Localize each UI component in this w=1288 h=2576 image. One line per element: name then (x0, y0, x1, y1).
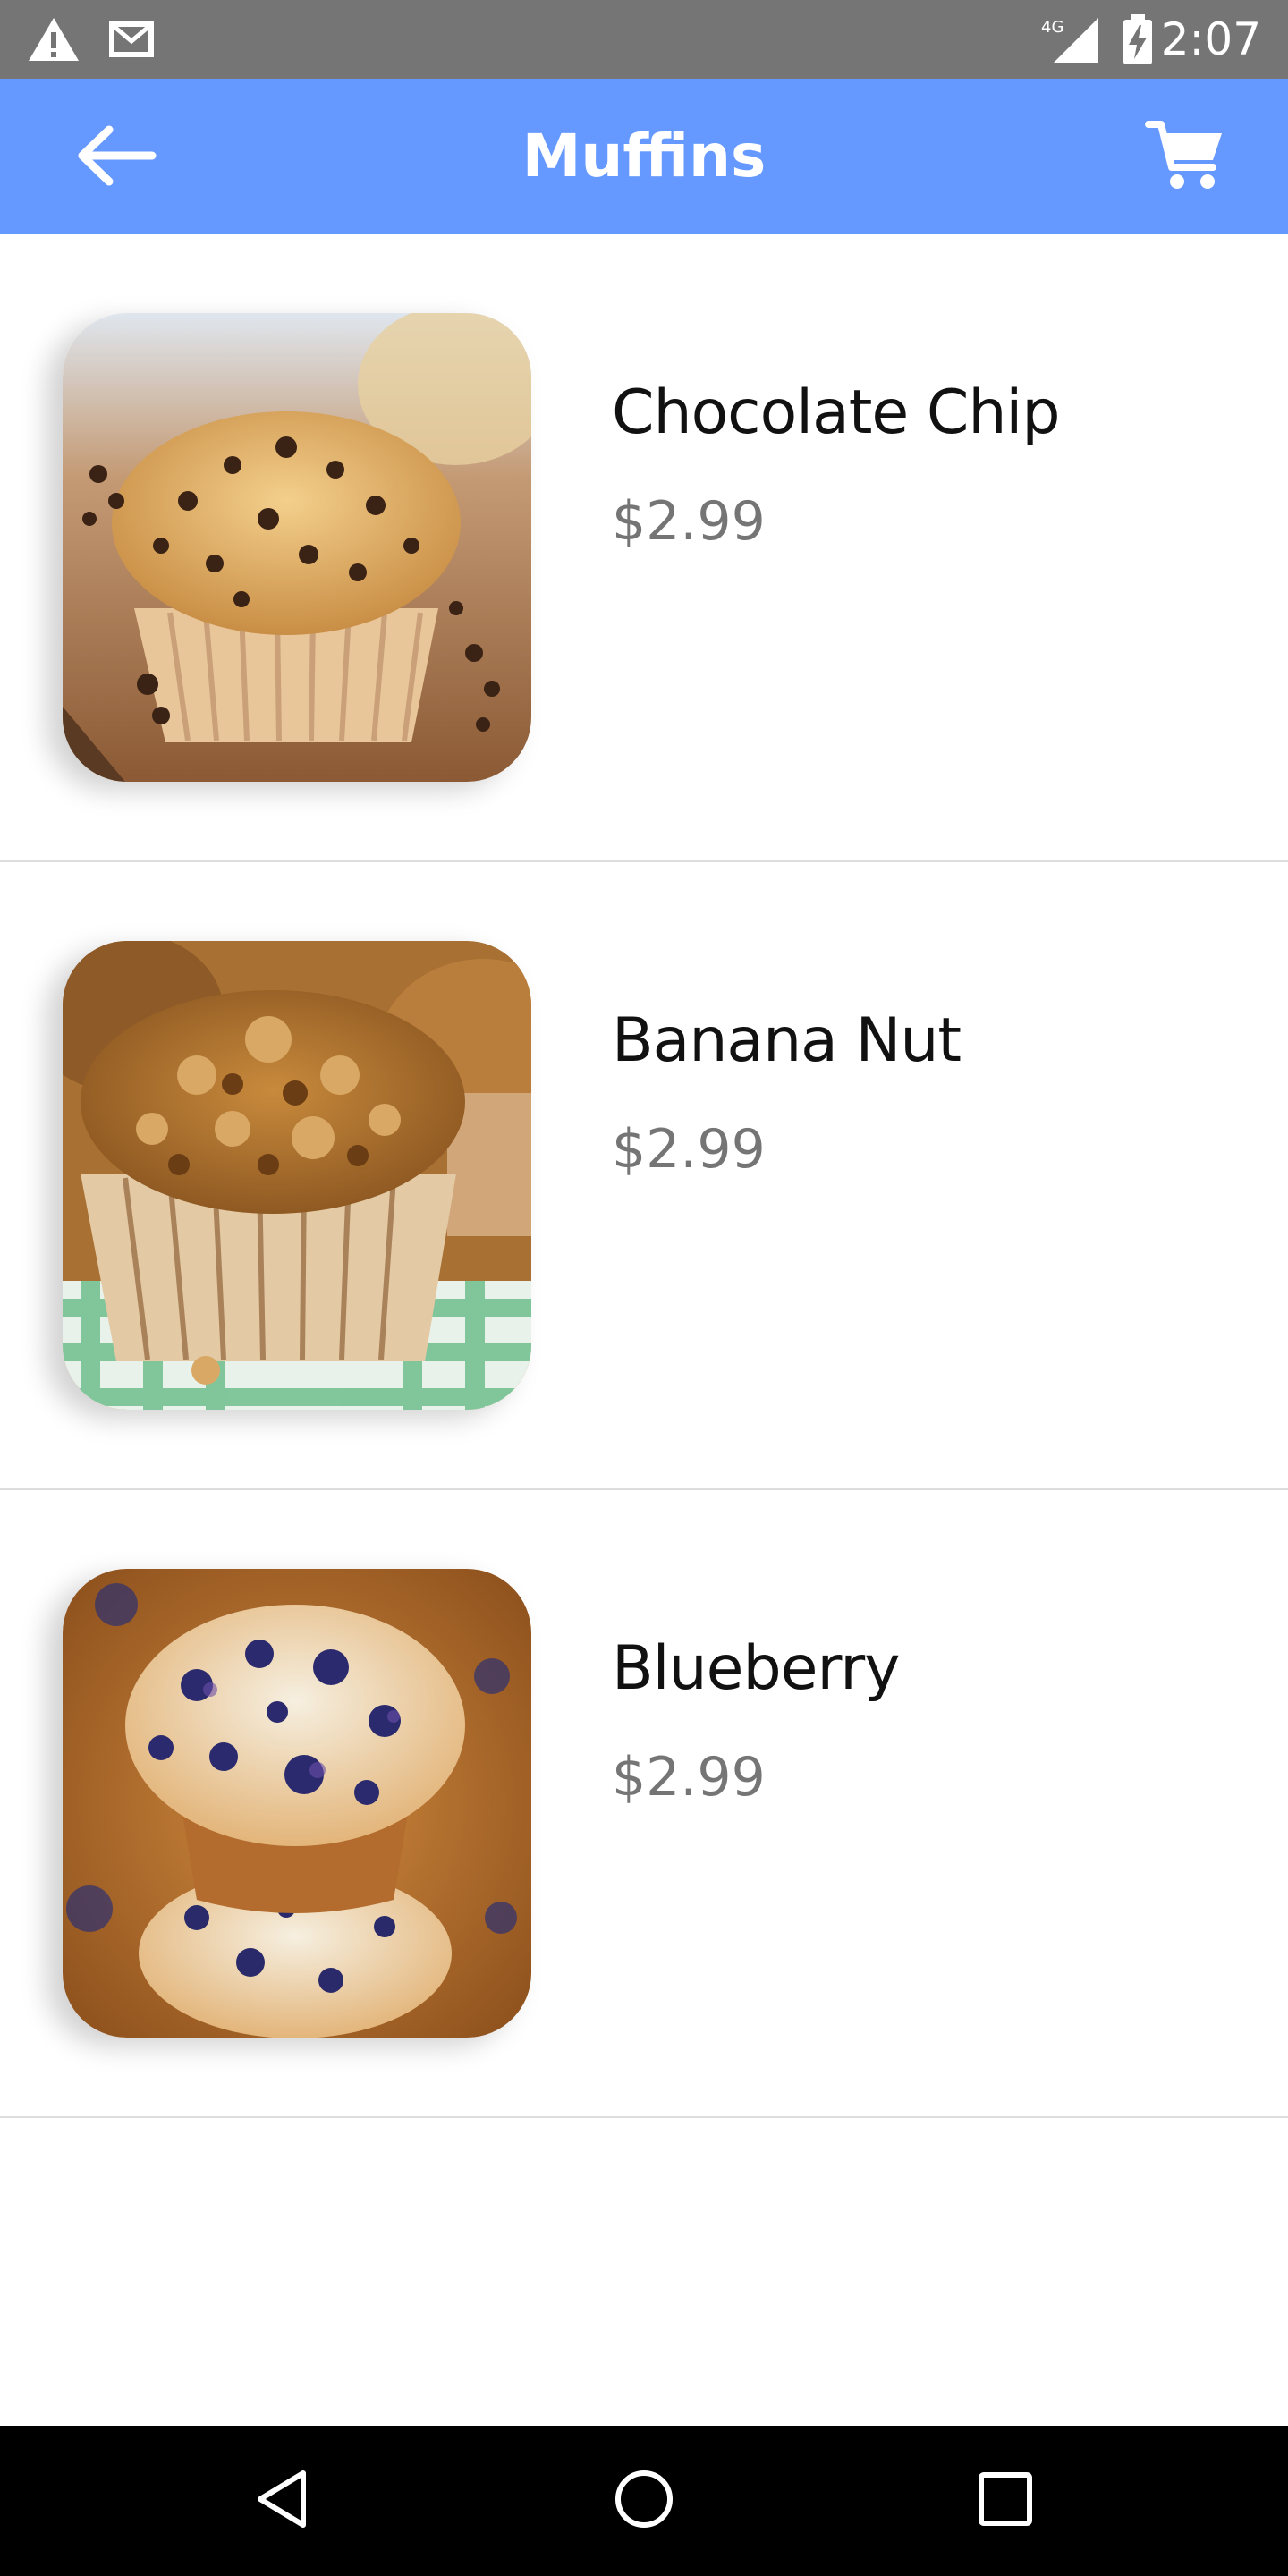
list-item[interactable]: Blueberry $2.99 (0, 1490, 1288, 2118)
status-time: 2:07 (1160, 13, 1261, 65)
signal-icon: 4G (1041, 14, 1100, 68)
list-item[interactable]: Banana Nut $2.99 (0, 862, 1288, 1490)
product-name: Blueberry (612, 1633, 900, 1704)
list-item[interactable]: Chocolate Chip $2.99 (0, 234, 1288, 862)
banana-nut-muffin-image (63, 941, 531, 1410)
product-price: $2.99 (612, 1118, 766, 1181)
product-name: Chocolate Chip (612, 377, 1060, 448)
product-name: Banana Nut (612, 1005, 962, 1076)
recents-square-icon (974, 2468, 1037, 2534)
nav-home-button[interactable] (599, 2456, 689, 2546)
home-circle-icon (613, 2468, 675, 2534)
back-triangle-icon (251, 2468, 314, 2534)
network-label: 4G (1041, 18, 1063, 37)
cart-icon (1145, 119, 1225, 196)
blueberry-muffin-image (63, 1569, 531, 2038)
status-bar: 4G 2:07 (0, 0, 1288, 79)
gmail-icon (107, 16, 156, 64)
nav-back-button[interactable] (238, 2456, 327, 2546)
nav-bar (0, 2426, 1288, 2576)
warning-icon (27, 16, 80, 66)
chocolate-chip-muffin-image (63, 313, 531, 782)
cart-button[interactable] (1136, 114, 1234, 200)
product-price: $2.99 (612, 490, 766, 553)
product-list: Chocolate Chip $2.99 Banana Nut $2.99 Bl… (0, 234, 1288, 2118)
app-bar: Muffins (0, 79, 1288, 234)
page-title: Muffins (521, 122, 767, 191)
nav-recents-button[interactable] (961, 2456, 1050, 2546)
product-price: $2.99 (612, 1746, 766, 1809)
battery-charging-icon (1122, 14, 1154, 68)
